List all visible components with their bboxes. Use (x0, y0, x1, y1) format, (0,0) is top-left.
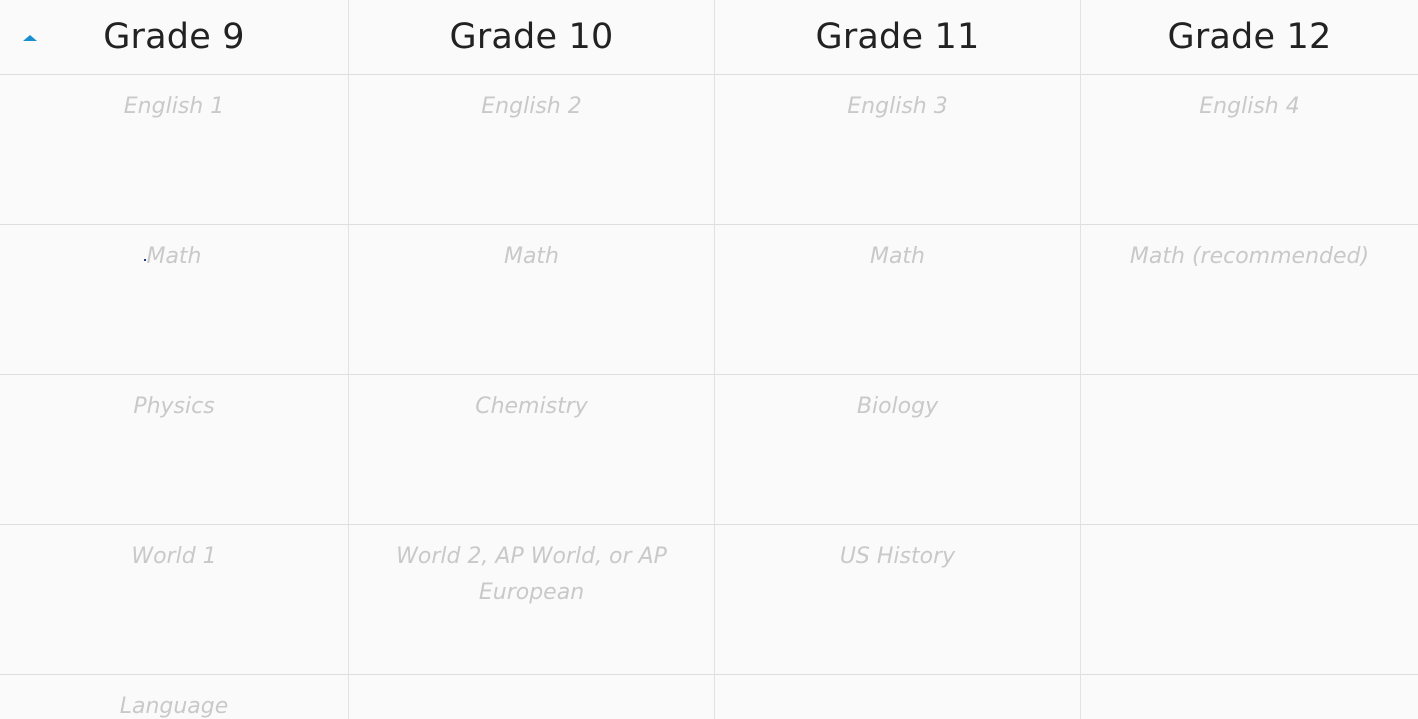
table-cell[interactable]: English 2 (348, 75, 714, 225)
column-header-grade-11[interactable]: Grade 11 (714, 0, 1080, 75)
column-header-label: Grade 12 (1167, 17, 1332, 57)
table-cell[interactable] (1080, 525, 1418, 675)
table-cell[interactable]: World 2, AP World, or AP European (348, 525, 714, 675)
course-grid-table: Grade 9 Grade 10 Grade 11 Grade 12 Engli… (0, 0, 1418, 719)
table-cell[interactable]: English 3 (714, 75, 1080, 225)
table-cell[interactable]: Chemistry (348, 375, 714, 525)
table-cell[interactable]: Physics (0, 375, 348, 525)
column-header-grade-12[interactable]: Grade 12 (1080, 0, 1418, 75)
table-cell[interactable]: US History (714, 525, 1080, 675)
column-header-label: Grade 10 (449, 17, 614, 57)
table-cell[interactable] (1080, 675, 1418, 719)
column-header-label: Grade 9 (103, 17, 245, 57)
column-header-grade-10[interactable]: Grade 10 (348, 0, 714, 75)
sort-ascending-icon[interactable] (23, 35, 37, 41)
table-cell[interactable]: Math (714, 225, 1080, 375)
text-cursor-mark (144, 259, 146, 261)
table-cell[interactable]: English 4 (1080, 75, 1418, 225)
table-cell[interactable]: Math (348, 225, 714, 375)
column-header-grade-9[interactable]: Grade 9 (0, 0, 348, 75)
column-header-label: Grade 11 (815, 17, 980, 57)
table-cell[interactable]: Biology (714, 375, 1080, 525)
table-cell[interactable]: World 1 (0, 525, 348, 675)
table-cell[interactable]: Math (0, 225, 348, 375)
table-cell[interactable]: Language (0, 675, 348, 719)
table-cell[interactable] (714, 675, 1080, 719)
table-cell[interactable]: Math (recommended) (1080, 225, 1418, 375)
table-cell[interactable] (1080, 375, 1418, 525)
table-cell[interactable]: English 1 (0, 75, 348, 225)
table-cell[interactable] (348, 675, 714, 719)
